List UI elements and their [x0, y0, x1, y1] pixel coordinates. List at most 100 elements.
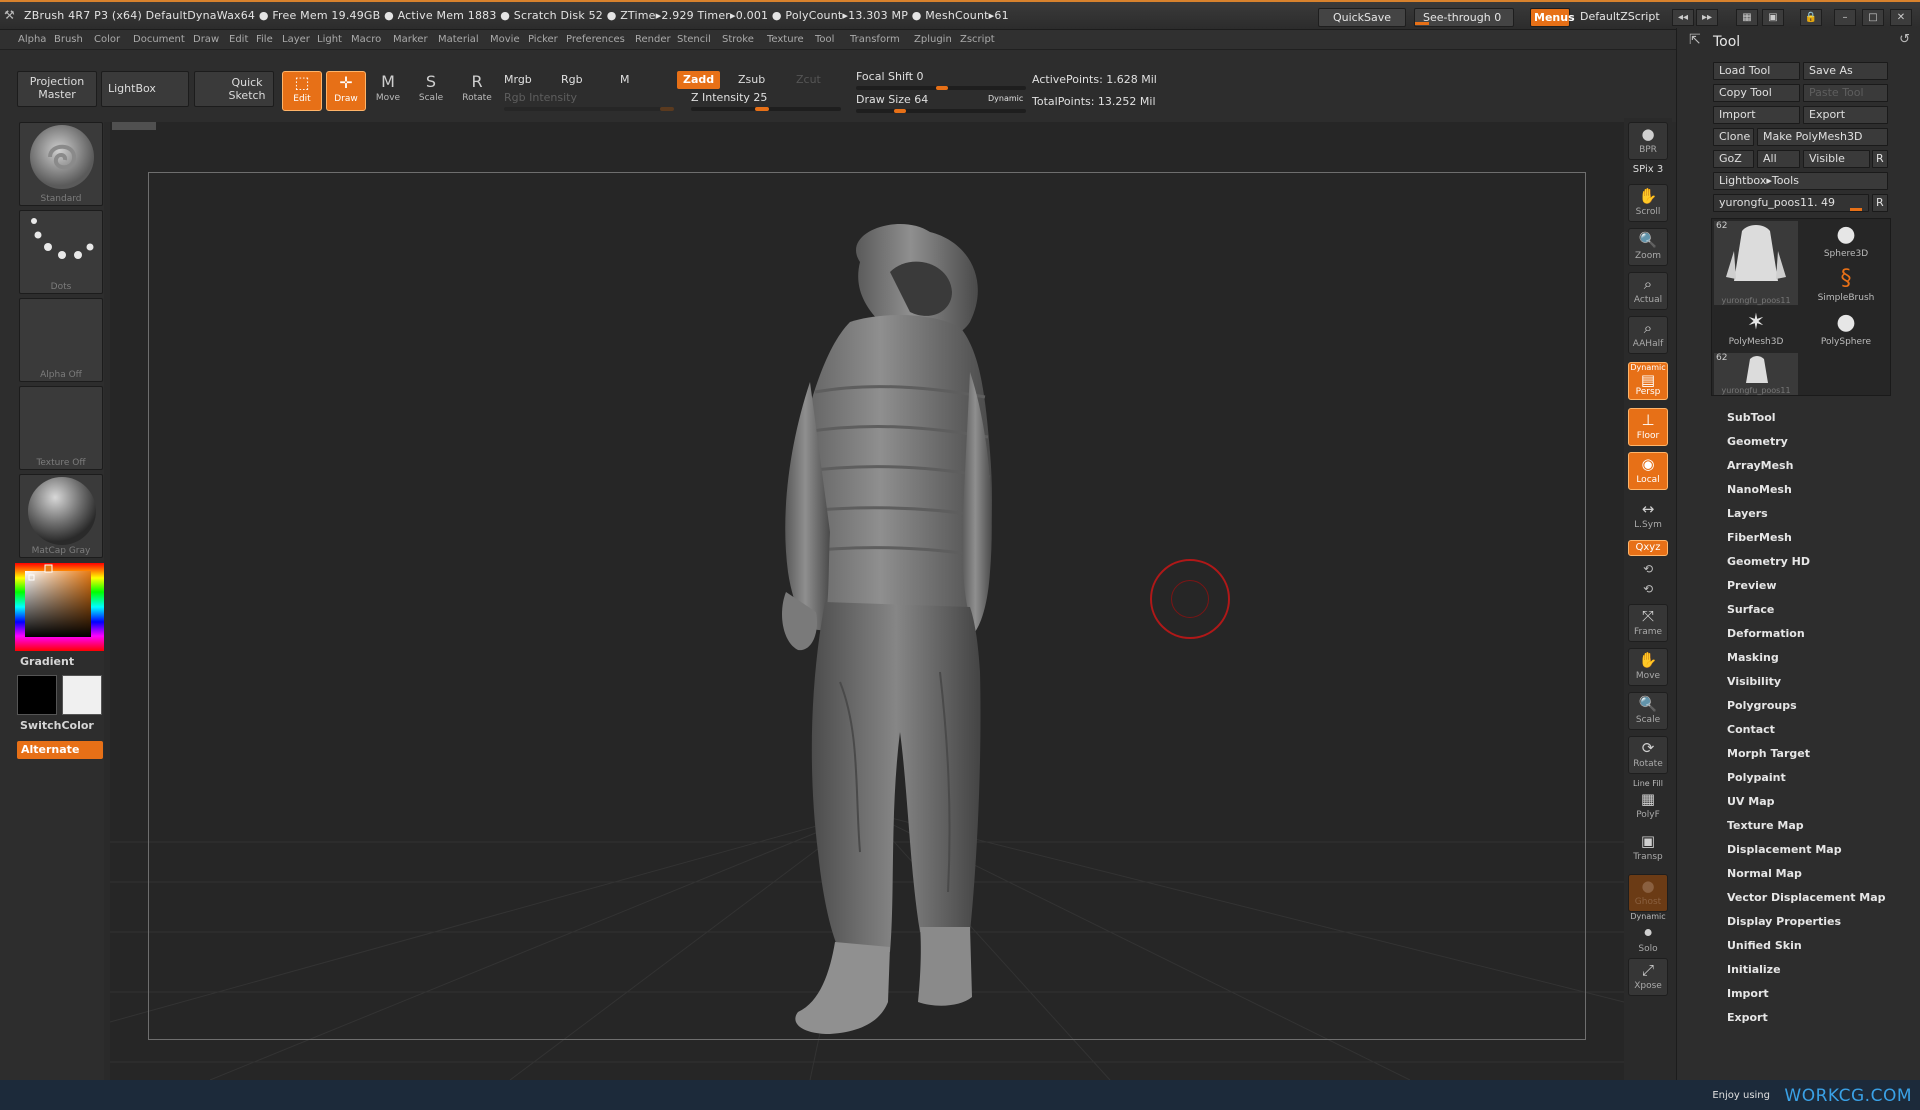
- current-tool-r-button[interactable]: R: [1872, 194, 1888, 212]
- menu-material[interactable]: Material: [438, 34, 479, 45]
- lock-icon[interactable]: 🔒: [1800, 9, 1822, 26]
- subpalette-export[interactable]: Export: [1727, 1011, 1768, 1024]
- rotate-mode-button[interactable]: R Rotate: [457, 71, 497, 111]
- zoom-button[interactable]: 🔍 Zoom: [1628, 228, 1668, 266]
- subpalette-geometry[interactable]: Geometry: [1727, 435, 1788, 448]
- rgb-intensity-track[interactable]: [504, 107, 674, 111]
- save-as-button[interactable]: Save As: [1803, 62, 1888, 80]
- subpalette-normal-map[interactable]: Normal Map: [1727, 867, 1802, 880]
- zsub-toggle[interactable]: Zsub: [732, 71, 771, 89]
- menu-light[interactable]: Light: [317, 34, 342, 45]
- window-restore-icon[interactable]: ▣: [1762, 9, 1784, 26]
- load-tool-button[interactable]: Load Tool: [1713, 62, 1800, 80]
- focal-shift-slider[interactable]: Focal Shift 0: [856, 70, 924, 83]
- secondary-color-swatch[interactable]: [62, 675, 102, 715]
- quicksave-button[interactable]: QuickSave: [1318, 8, 1406, 27]
- copy-tool-button[interactable]: Copy Tool: [1713, 84, 1800, 102]
- subpalette-deformation[interactable]: Deformation: [1727, 627, 1805, 640]
- subpalette-contact[interactable]: Contact: [1727, 723, 1775, 736]
- xyz-button[interactable]: Qxyz: [1628, 540, 1668, 556]
- lsym-button[interactable]: ↔ L.Sym: [1628, 498, 1668, 536]
- transp-button[interactable]: ▣ Transp: [1628, 830, 1668, 868]
- goz-visible-button[interactable]: Visible: [1803, 150, 1870, 168]
- switchcolor-button[interactable]: SwitchColor: [20, 719, 94, 732]
- goz-button[interactable]: GoZ: [1713, 150, 1754, 168]
- menu-preferences[interactable]: Preferences: [566, 34, 625, 45]
- palette-pin-icon[interactable]: ⇱: [1689, 32, 1701, 48]
- subpalette-vector-displacement-map[interactable]: Vector Displacement Map: [1727, 891, 1886, 904]
- tool-thumb-polymesh3d[interactable]: ✶ PolyMesh3D: [1714, 309, 1798, 351]
- scroll-button[interactable]: ✋ Scroll: [1628, 184, 1668, 222]
- m-toggle[interactable]: M: [620, 73, 630, 86]
- z-intensity-track[interactable]: [691, 107, 841, 111]
- subpalette-arraymesh[interactable]: ArrayMesh: [1727, 459, 1793, 472]
- menu-file[interactable]: File: [256, 34, 273, 45]
- menu-macro[interactable]: Macro: [351, 34, 381, 45]
- z-intensity-slider[interactable]: Z Intensity 25: [691, 91, 767, 104]
- menu-brush[interactable]: Brush: [54, 34, 83, 45]
- edit-mode-button[interactable]: ⬚ Edit: [282, 71, 322, 111]
- subpalette-display-properties[interactable]: Display Properties: [1727, 915, 1841, 928]
- move-mode-button[interactable]: M Move: [368, 71, 408, 111]
- focal-shift-track[interactable]: [856, 86, 1026, 90]
- material-thumbnail[interactable]: MatCap Gray: [19, 474, 103, 558]
- scale-mode-button[interactable]: S Scale: [411, 71, 451, 111]
- subpalette-initialize[interactable]: Initialize: [1727, 963, 1781, 976]
- zcut-toggle[interactable]: Zcut: [790, 71, 827, 89]
- ghost-button[interactable]: ● Ghost: [1628, 874, 1668, 912]
- window-tile-icon[interactable]: ▦: [1736, 9, 1758, 26]
- quick-sketch-button[interactable]: Quick Sketch: [194, 71, 274, 107]
- maximize-icon[interactable]: □: [1862, 9, 1884, 26]
- menus-button[interactable]: Menus: [1530, 8, 1575, 27]
- menu-document[interactable]: Document: [133, 34, 185, 45]
- subpalette-morph-target[interactable]: Morph Target: [1727, 747, 1810, 760]
- paste-tool-button[interactable]: Paste Tool: [1803, 84, 1888, 102]
- subpalette-subtool[interactable]: SubTool: [1727, 411, 1776, 424]
- xpose-button[interactable]: ⤢ Xpose: [1628, 958, 1668, 996]
- scale-view-button[interactable]: 🔍 Scale: [1628, 692, 1668, 730]
- menu-stencil[interactable]: Stencil: [677, 34, 711, 45]
- export-tool-button[interactable]: Export: [1803, 106, 1888, 124]
- brush-thumbnail[interactable]: Standard: [19, 122, 103, 206]
- move-view-button[interactable]: ✋ Move: [1628, 648, 1668, 686]
- sculpt-figure[interactable]: [690, 212, 1090, 1052]
- subpalette-nanomesh[interactable]: NanoMesh: [1727, 483, 1792, 496]
- menu-tool[interactable]: Tool: [815, 34, 834, 45]
- make-polymesh3d-button[interactable]: Make PolyMesh3D: [1757, 128, 1888, 146]
- tool-palette-title[interactable]: Tool: [1713, 34, 1740, 50]
- minimize-icon[interactable]: –: [1834, 9, 1856, 26]
- menu-edit[interactable]: Edit: [229, 34, 248, 45]
- projection-master-button[interactable]: Projection Master: [17, 71, 97, 107]
- draw-mode-button[interactable]: ✛ Draw: [326, 71, 366, 111]
- rgb-toggle[interactable]: Rgb: [561, 73, 583, 86]
- alternate-button[interactable]: Alternate: [17, 741, 103, 759]
- palette-reset-icon[interactable]: ↺: [1899, 32, 1910, 47]
- menu-layer[interactable]: Layer: [282, 34, 310, 45]
- current-tool-slider[interactable]: yurongfu_poos11. 49: [1713, 194, 1869, 212]
- frame-button[interactable]: ⤧ Frame: [1628, 604, 1668, 642]
- aahalf-button[interactable]: ⌕ AAHalf: [1628, 316, 1668, 354]
- default-zscript-button[interactable]: DefaultZScript: [1572, 8, 1666, 27]
- spix-slider[interactable]: SPix 3: [1624, 164, 1672, 175]
- tool-thumb-sphere3d[interactable]: ● Sphere3D: [1804, 221, 1888, 263]
- zadd-toggle[interactable]: Zadd: [677, 71, 721, 89]
- menu-alpha[interactable]: Alpha: [18, 34, 46, 45]
- subpalette-fibermesh[interactable]: FiberMesh: [1727, 531, 1792, 544]
- floor-button[interactable]: ⊥ Floor: [1628, 408, 1668, 446]
- subpalette-preview[interactable]: Preview: [1727, 579, 1777, 592]
- menu-zscript[interactable]: Zscript: [960, 34, 995, 45]
- tool-thumb-polysphere[interactable]: ● PolySphere: [1804, 309, 1888, 351]
- subpalette-displacement-map[interactable]: Displacement Map: [1727, 843, 1842, 856]
- local-button[interactable]: ◉ Local: [1628, 452, 1668, 490]
- color-picker[interactable]: [15, 563, 104, 651]
- subpalette-polypaint[interactable]: Polypaint: [1727, 771, 1786, 784]
- rotate-z-icon[interactable]: ⟲: [1624, 582, 1672, 596]
- menu-draw[interactable]: Draw: [193, 34, 219, 45]
- menu-picker[interactable]: Picker: [528, 34, 558, 45]
- rotate-view-button[interactable]: ⟳ Rotate: [1628, 736, 1668, 774]
- import-tool-button[interactable]: Import: [1713, 106, 1800, 124]
- bpr-button[interactable]: ● BPR: [1628, 122, 1668, 160]
- main-color-swatch[interactable]: [17, 675, 57, 715]
- draw-size-track[interactable]: [856, 109, 1026, 113]
- stroke-thumbnail[interactable]: Dots: [19, 210, 103, 294]
